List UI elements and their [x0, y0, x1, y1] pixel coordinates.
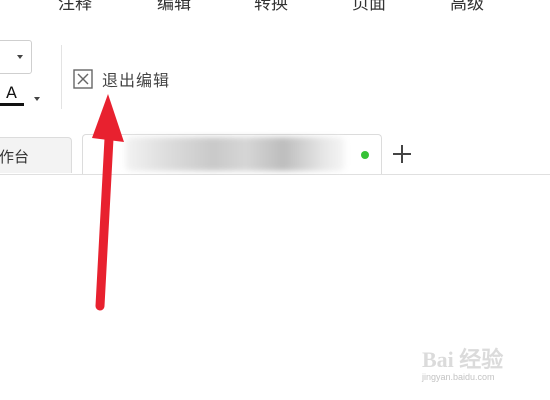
menu-item-page[interactable]: 页面	[352, 0, 386, 14]
toolbar: A 退出编辑	[0, 20, 550, 120]
menu-item-edit[interactable]: 编辑	[157, 0, 191, 14]
chevron-down-icon	[17, 55, 23, 59]
exit-edit-label: 退出编辑	[102, 71, 171, 90]
menu-item-advanced[interactable]: 高级	[450, 0, 484, 14]
exit-edit-button[interactable]: 退出编辑	[73, 66, 170, 92]
tab-document[interactable]	[82, 134, 382, 174]
tab-bar: 作台	[0, 134, 550, 175]
menu-item-annotate[interactable]: 注释	[58, 0, 92, 14]
menu-bar: 注释 编辑 转换 页面 高级	[0, 0, 550, 20]
font-color-swatch	[0, 103, 24, 106]
menu-item-convert[interactable]: 转换	[254, 0, 288, 14]
toolbar-divider	[61, 45, 62, 109]
font-color-dropdown-icon[interactable]	[34, 97, 40, 101]
add-tab-icon[interactable]	[390, 140, 414, 168]
watermark: Bai 经验 jingyan.baidu.com	[420, 340, 530, 388]
font-size-combo[interactable]	[0, 40, 32, 74]
tab-document-title-blurred	[125, 137, 345, 171]
close-box-icon	[73, 69, 93, 89]
tab-workbench-label: 作台	[0, 148, 30, 166]
tab-workbench[interactable]: 作台	[0, 137, 72, 173]
watermark-text: Bai 经验	[422, 347, 504, 372]
status-dot-icon	[361, 151, 369, 159]
font-color-button[interactable]: A	[0, 83, 28, 109]
font-color-letter: A	[6, 83, 17, 102]
watermark-sub: jingyan.baidu.com	[422, 372, 495, 382]
